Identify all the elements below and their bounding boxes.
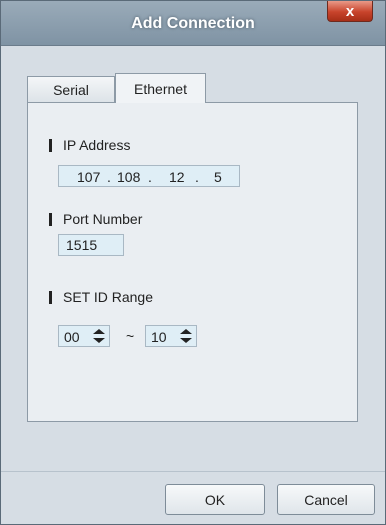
port-number-field[interactable]: 1515 xyxy=(58,234,124,256)
title-bar[interactable]: Add Connection x xyxy=(1,1,385,46)
ip-dot: . xyxy=(107,169,111,185)
port-number-label-row: Port Number xyxy=(49,211,142,227)
set-id-range-label-row: SET ID Range xyxy=(49,289,153,305)
ip-octet-2[interactable]: 108 xyxy=(117,169,140,185)
ethernet-panel: IP Address 107 . 108 . 12 . 5 Port Numbe… xyxy=(27,102,358,422)
set-id-range-label: SET ID Range xyxy=(63,289,154,305)
set-id-to-stepper[interactable]: 10 xyxy=(145,325,197,347)
label-marker xyxy=(49,212,52,226)
set-id-from-value: 00 xyxy=(64,329,80,345)
cancel-button[interactable]: Cancel xyxy=(277,484,375,515)
ip-dot: . xyxy=(195,169,199,185)
ip-octet-4[interactable]: 5 xyxy=(214,169,222,185)
up-down-arrows-icon[interactable] xyxy=(180,329,192,343)
port-number-value: 1515 xyxy=(66,237,98,253)
port-number-label: Port Number xyxy=(63,211,143,227)
ip-dot: . xyxy=(148,169,152,185)
footer-divider xyxy=(1,471,385,472)
ip-address-label-row: IP Address xyxy=(49,137,130,153)
add-connection-dialog: Add Connection x Serial Ethernet IP Addr… xyxy=(0,0,386,525)
ok-button[interactable]: OK xyxy=(165,484,265,515)
range-separator: ~ xyxy=(126,328,135,344)
tab-serial[interactable]: Serial xyxy=(27,76,115,102)
close-button[interactable]: x xyxy=(327,1,373,22)
label-marker xyxy=(49,138,52,152)
ip-octet-3[interactable]: 12 xyxy=(169,169,185,185)
close-icon: x xyxy=(345,2,355,20)
ip-address-field[interactable]: 107 . 108 . 12 . 5 xyxy=(58,165,240,187)
tab-ethernet[interactable]: Ethernet xyxy=(115,73,206,103)
set-id-from-stepper[interactable]: 00 xyxy=(58,325,110,347)
up-down-arrows-icon[interactable] xyxy=(93,329,105,343)
ip-octet-1[interactable]: 107 xyxy=(77,169,100,185)
label-marker xyxy=(49,290,52,304)
set-id-to-value: 10 xyxy=(151,329,167,345)
ip-address-label: IP Address xyxy=(63,137,131,153)
